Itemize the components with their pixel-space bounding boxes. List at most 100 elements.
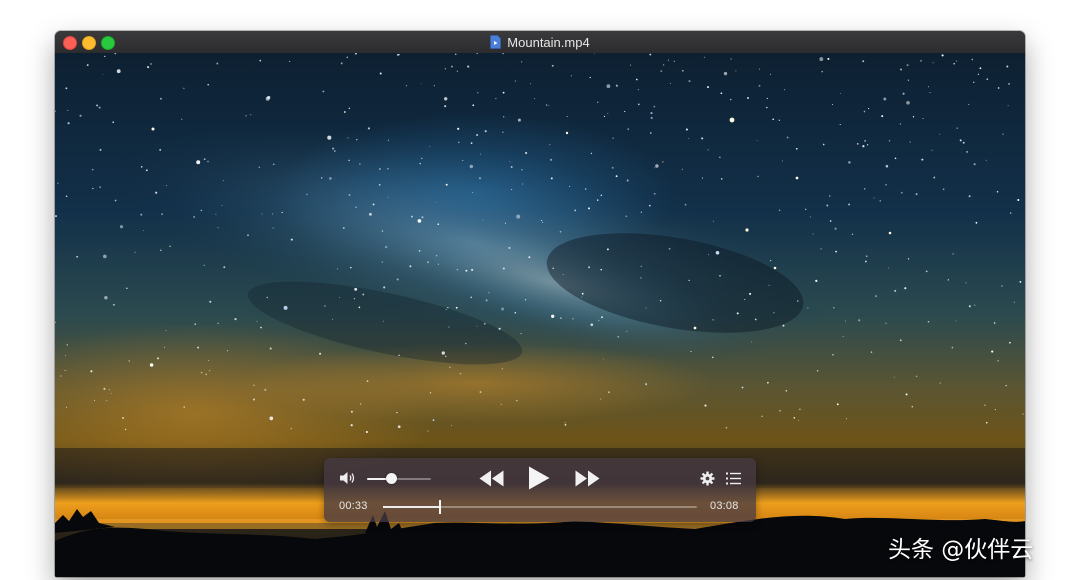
settings-icon[interactable] bbox=[700, 471, 715, 486]
star bbox=[450, 65, 453, 68]
star bbox=[207, 160, 209, 163]
star bbox=[94, 399, 95, 401]
star bbox=[396, 278, 399, 281]
star bbox=[55, 110, 57, 112]
star bbox=[437, 223, 440, 226]
star bbox=[749, 292, 752, 295]
star bbox=[157, 357, 159, 360]
star bbox=[906, 64, 909, 67]
star bbox=[883, 97, 887, 101]
star bbox=[590, 152, 593, 155]
star bbox=[348, 107, 351, 110]
star bbox=[1019, 280, 1022, 283]
star bbox=[521, 61, 523, 63]
star bbox=[795, 147, 798, 150]
star bbox=[845, 418, 847, 420]
star bbox=[955, 320, 957, 322]
star bbox=[354, 287, 358, 291]
star bbox=[735, 70, 737, 72]
bright-star bbox=[745, 228, 749, 232]
star bbox=[873, 197, 875, 199]
star bbox=[804, 208, 807, 211]
volume-slider-knob[interactable] bbox=[385, 473, 397, 484]
star bbox=[985, 421, 988, 424]
star bbox=[947, 279, 949, 281]
star bbox=[974, 304, 976, 306]
fast-forward-icon[interactable] bbox=[575, 470, 600, 487]
video-file-icon bbox=[490, 35, 502, 49]
star bbox=[912, 116, 915, 118]
star bbox=[911, 405, 914, 408]
star bbox=[501, 307, 505, 311]
star bbox=[708, 254, 709, 256]
star bbox=[720, 92, 723, 95]
chapter-list-icon[interactable] bbox=[726, 472, 741, 485]
star bbox=[655, 164, 659, 168]
star bbox=[793, 416, 796, 419]
star bbox=[953, 62, 955, 65]
star bbox=[820, 248, 822, 250]
star bbox=[366, 380, 369, 382]
star bbox=[991, 350, 994, 353]
star bbox=[502, 91, 505, 94]
star bbox=[927, 86, 930, 88]
star bbox=[627, 128, 630, 130]
star bbox=[704, 404, 707, 407]
star bbox=[979, 67, 982, 70]
star bbox=[200, 209, 203, 212]
rewind-icon[interactable] bbox=[479, 470, 504, 487]
progress-scrubber[interactable] bbox=[383, 506, 697, 508]
star bbox=[479, 391, 482, 393]
star bbox=[863, 110, 866, 113]
star bbox=[968, 305, 971, 308]
star bbox=[140, 213, 143, 216]
star bbox=[907, 79, 910, 82]
star bbox=[866, 255, 868, 257]
star bbox=[881, 115, 884, 118]
star bbox=[559, 231, 562, 233]
star bbox=[640, 265, 642, 268]
star bbox=[525, 151, 528, 155]
star bbox=[645, 307, 647, 309]
star bbox=[514, 311, 517, 314]
star bbox=[725, 426, 728, 429]
star bbox=[166, 185, 167, 186]
star bbox=[751, 341, 753, 343]
volume-icon[interactable] bbox=[339, 471, 356, 485]
star bbox=[116, 69, 121, 74]
star bbox=[306, 193, 308, 196]
star bbox=[959, 139, 962, 142]
volume-slider[interactable] bbox=[367, 478, 431, 480]
star bbox=[885, 164, 889, 168]
star bbox=[590, 323, 594, 327]
star bbox=[321, 177, 323, 179]
star bbox=[471, 192, 473, 193]
star bbox=[484, 130, 487, 133]
playhead[interactable] bbox=[438, 500, 441, 514]
star bbox=[420, 83, 422, 85]
star bbox=[360, 403, 362, 405]
star bbox=[782, 324, 785, 327]
star bbox=[915, 375, 918, 378]
playback-hud[interactable]: 00:33 03:08 bbox=[324, 458, 756, 522]
star bbox=[347, 137, 349, 139]
star bbox=[826, 204, 829, 207]
star bbox=[757, 175, 759, 178]
star bbox=[549, 144, 551, 146]
star bbox=[448, 326, 450, 328]
star bbox=[343, 111, 346, 113]
star bbox=[715, 251, 720, 255]
star bbox=[659, 300, 662, 302]
star bbox=[449, 366, 451, 368]
star bbox=[602, 358, 604, 360]
star bbox=[265, 96, 270, 101]
title-bar[interactable]: Mountain.mp4 bbox=[55, 31, 1025, 53]
star bbox=[712, 220, 715, 222]
star bbox=[103, 387, 106, 390]
star bbox=[429, 392, 432, 394]
star bbox=[290, 427, 293, 430]
star bbox=[851, 233, 854, 235]
star bbox=[55, 215, 58, 218]
star bbox=[909, 141, 911, 143]
play-icon[interactable] bbox=[528, 466, 550, 490]
